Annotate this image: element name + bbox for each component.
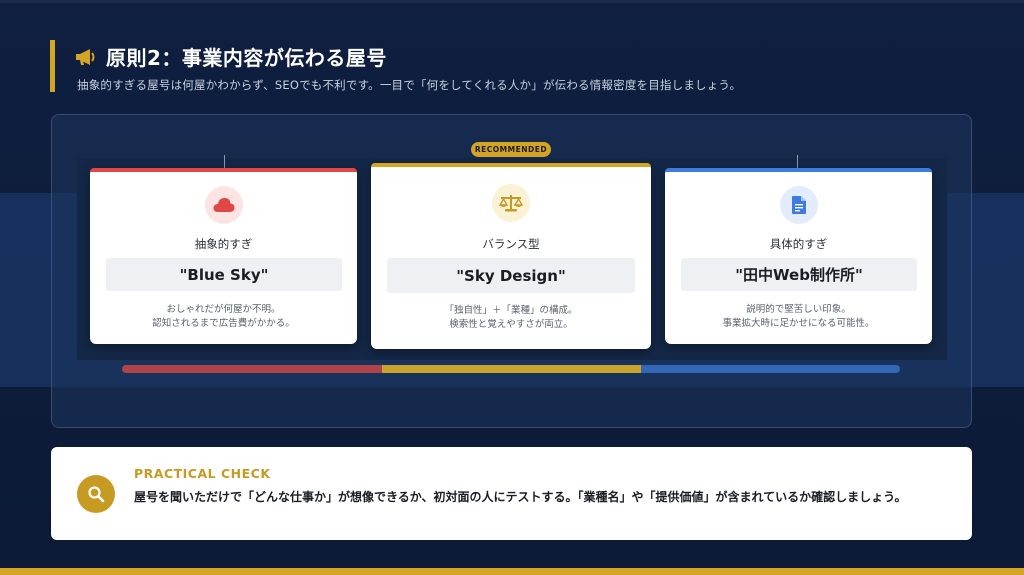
search-icon bbox=[77, 475, 115, 513]
title-row: 原則2：事業内容が伝わる屋号 bbox=[74, 42, 387, 71]
card-accent-bar bbox=[90, 168, 357, 172]
check-text: 屋号を聞いただけで「どんな仕事か」が想像できるか、初対面の人にテストする。「業種… bbox=[134, 490, 907, 504]
slide: 原則2：事業内容が伝わる屋号 抽象的すぎる屋号は何屋かわからず、SEOでも不利で… bbox=[0, 0, 1024, 575]
card-label: 抽象的すぎ bbox=[194, 237, 253, 251]
card-label: 具体的すぎ bbox=[769, 237, 828, 251]
card-description: 「独自性」＋「業種」の構成。 検索性と覚えやすさが両立。 bbox=[371, 304, 651, 332]
card-specific: 具体的すぎ "田中Web制作所" 説明的で堅苦しい印象。 事業拡大時に足かせにな… bbox=[665, 168, 932, 344]
example-name: "Sky Design" bbox=[387, 258, 635, 293]
card-connector-left bbox=[224, 155, 225, 169]
desc-line: 事業拡大時に足かせになる可能性。 bbox=[722, 317, 875, 329]
desc-line: 検索性と覚えやすさが両立。 bbox=[449, 318, 573, 330]
card-abstract: 抽象的すぎ "Blue Sky" おしゃれだが何屋か不明。 認知されるまで広告費… bbox=[90, 168, 357, 344]
example-name: "田中Web制作所" bbox=[681, 258, 917, 291]
cloud-icon bbox=[204, 186, 243, 224]
recommended-badge: RECOMMENDED bbox=[471, 142, 551, 157]
spectrum-segment-balanced bbox=[382, 365, 641, 373]
scale-icon bbox=[492, 184, 530, 222]
desc-line: おしゃれだが何屋か不明。 bbox=[166, 304, 281, 315]
practical-check-card: PRACTICAL CHECK 屋号を聞いただけで「どんな仕事か」が想像できるか… bbox=[51, 447, 972, 540]
desc-line: 認知されるまで広告費がかかる。 bbox=[152, 317, 295, 329]
top-divider bbox=[0, 0, 1024, 3]
check-heading: PRACTICAL CHECK bbox=[134, 466, 271, 481]
bottom-accent-bar bbox=[0, 568, 1024, 575]
card-accent-bar bbox=[371, 163, 651, 167]
spectrum-segment-specific bbox=[641, 365, 900, 373]
example-name: "Blue Sky" bbox=[106, 258, 342, 291]
spectrum-segment-abstract bbox=[122, 365, 382, 373]
megaphone-icon bbox=[74, 46, 98, 68]
title-accent-bar bbox=[50, 40, 55, 92]
card-label: バランス型 bbox=[482, 237, 540, 251]
card-connector-right bbox=[797, 155, 798, 169]
desc-line: 説明的で堅苦しい印象。 bbox=[746, 304, 851, 315]
card-balanced: バランス型 "Sky Design" 「独自性」＋「業種」の構成。 検索性と覚え… bbox=[371, 163, 651, 349]
card-description: 説明的で堅苦しい印象。 事業拡大時に足かせになる可能性。 bbox=[665, 303, 932, 331]
page-title: 原則2：事業内容が伝わる屋号 bbox=[106, 46, 387, 70]
page-subtitle: 抽象的すぎる屋号は何屋かわからず、SEOでも不利です。一目で「何をしてくれる人か… bbox=[77, 78, 742, 92]
document-icon bbox=[779, 186, 818, 224]
card-accent-bar bbox=[665, 168, 932, 172]
card-description: おしゃれだが何屋か不明。 認知されるまで広告費がかかる。 bbox=[90, 303, 357, 331]
desc-line: 「独自性」＋「業種」の構成。 bbox=[444, 305, 578, 316]
